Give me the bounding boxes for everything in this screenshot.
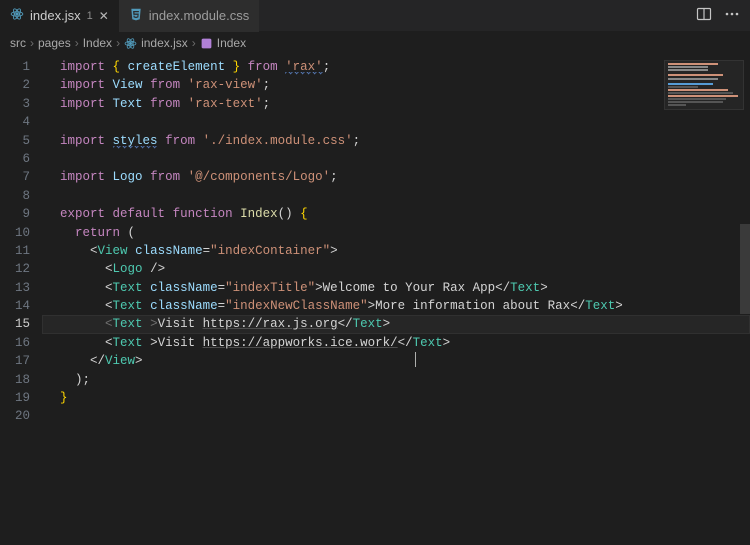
chevron-right-icon: › xyxy=(192,36,196,50)
line-number: 16 xyxy=(4,334,30,352)
editor-area: 1234567891011121314151617181920 import {… xyxy=(0,54,750,545)
line-number: 20 xyxy=(4,407,30,425)
code-line[interactable]: </View> xyxy=(42,352,750,370)
code-line[interactable] xyxy=(42,187,750,205)
code-editor[interactable]: import { createElement } from 'rax';impo… xyxy=(42,54,750,545)
editor-tabbar: index.jsx 1 ✕ index.module.css xyxy=(0,0,750,32)
breadcrumb-item[interactable]: src xyxy=(10,36,26,50)
line-number: 8 xyxy=(4,187,30,205)
breadcrumb-item[interactable]: pages xyxy=(38,36,71,50)
text-cursor xyxy=(415,352,416,367)
line-number: 12 xyxy=(4,260,30,278)
breadcrumb-item[interactable]: index.jsx xyxy=(124,36,188,50)
breadcrumb-item[interactable]: Index xyxy=(83,36,112,50)
line-number: 11 xyxy=(4,242,30,260)
line-number: 19 xyxy=(4,389,30,407)
code-line[interactable]: import Logo from '@/components/Logo'; xyxy=(42,168,750,186)
breadcrumb-item[interactable]: Index xyxy=(200,36,246,50)
code-line[interactable]: <Text className="indexTitle">Welcome to … xyxy=(42,279,750,297)
vertical-scrollbar[interactable] xyxy=(740,224,750,314)
code-line[interactable]: } xyxy=(42,389,750,407)
breadcrumb: src › pages › Index › index.jsx › Index xyxy=(0,32,750,54)
code-line[interactable] xyxy=(42,407,750,425)
code-line[interactable]: import Text from 'rax-text'; xyxy=(42,95,750,113)
code-line[interactable] xyxy=(42,113,750,131)
minimap[interactable] xyxy=(664,60,744,110)
code-line[interactable]: <View className="indexContainer"> xyxy=(42,242,750,260)
code-line[interactable]: <Text >Visit https://appworks.ice.work/<… xyxy=(42,334,750,352)
tab-label: index.jsx xyxy=(30,8,81,23)
split-editor-icon[interactable] xyxy=(696,6,712,25)
tab-index-jsx[interactable]: index.jsx 1 ✕ xyxy=(0,0,119,32)
code-line[interactable]: <Text className="indexNewClassName">More… xyxy=(42,297,750,315)
tab-dirty-badge: 1 xyxy=(87,10,93,22)
line-number: 9 xyxy=(4,205,30,223)
close-icon[interactable]: ✕ xyxy=(99,9,109,23)
react-file-icon xyxy=(10,7,24,24)
code-line[interactable]: import View from 'rax-view'; xyxy=(42,76,750,94)
line-number: 2 xyxy=(4,76,30,94)
line-number: 18 xyxy=(4,371,30,389)
line-number: 14 xyxy=(4,297,30,315)
code-line[interactable]: import { createElement } from 'rax'; xyxy=(42,58,750,76)
more-actions-icon[interactable] xyxy=(724,6,740,25)
chevron-right-icon: › xyxy=(116,36,120,50)
css-file-icon xyxy=(129,7,143,24)
editor-actions xyxy=(686,6,750,25)
code-line[interactable]: return ( xyxy=(42,224,750,242)
line-number: 7 xyxy=(4,168,30,186)
line-number-gutter: 1234567891011121314151617181920 xyxy=(0,54,42,545)
line-number: 3 xyxy=(4,95,30,113)
line-number: 6 xyxy=(4,150,30,168)
code-line[interactable]: import styles from './index.module.css'; xyxy=(42,132,750,150)
chevron-right-icon: › xyxy=(75,36,79,50)
code-line[interactable]: ); xyxy=(42,371,750,389)
line-number: 10 xyxy=(4,224,30,242)
tab-index-module-css[interactable]: index.module.css xyxy=(119,0,259,32)
code-line[interactable]: <Logo /> xyxy=(42,260,750,278)
line-number: 15 xyxy=(4,315,30,333)
line-number: 1 xyxy=(4,58,30,76)
code-line[interactable]: <Text >Visit https://rax.js.org</Text> xyxy=(42,315,750,333)
line-number: 13 xyxy=(4,279,30,297)
chevron-right-icon: › xyxy=(30,36,34,50)
line-number: 4 xyxy=(4,113,30,131)
line-number: 17 xyxy=(4,352,30,370)
code-line[interactable] xyxy=(42,150,750,168)
tab-label: index.module.css xyxy=(149,8,249,23)
code-line[interactable]: export default function Index() { xyxy=(42,205,750,223)
line-number: 5 xyxy=(4,132,30,150)
